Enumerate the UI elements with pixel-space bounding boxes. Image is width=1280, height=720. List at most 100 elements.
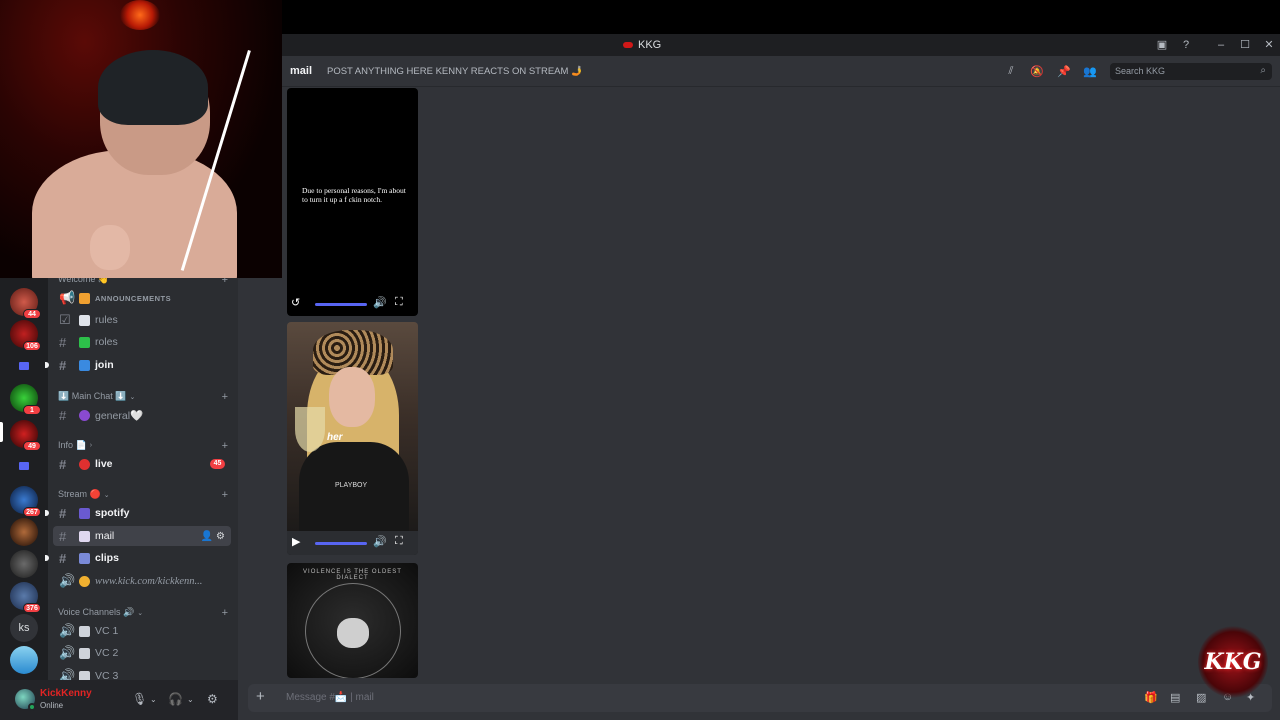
fullscreen-icon[interactable]: ⛶ xyxy=(395,535,403,548)
channel-topic[interactable]: POST ANYTHING HERE KENNY REACTS ON STREA… xyxy=(327,66,583,77)
maximize-icon[interactable]: ☐ xyxy=(1238,38,1252,52)
help-icon[interactable]: ? xyxy=(1179,38,1193,52)
server-folder[interactable] xyxy=(10,352,38,380)
online-status-indicator xyxy=(28,703,36,711)
message-input[interactable]: Message #📩 | mail xyxy=(286,692,374,703)
announcement-emoji-icon xyxy=(79,292,90,304)
category-main-chat[interactable]: ⬇️ Main Chat ⬇️ ⌄ + xyxy=(58,391,228,403)
chevron-right-icon: › xyxy=(89,442,93,449)
hash-icon: # xyxy=(59,550,67,566)
app-title-text: KKG xyxy=(638,39,662,51)
category-info[interactable]: Info 📄 › + xyxy=(58,440,228,452)
headphones-icon[interactable]: 🎧 xyxy=(168,692,183,706)
channel-kick-link[interactable]: 🔊 www.kick.com/kickkenn... xyxy=(53,571,231,591)
channel-announcements[interactable]: 📢 ANNOUNCEMENTS xyxy=(53,288,231,308)
chevron-down-icon[interactable]: ⌄ xyxy=(150,695,157,704)
username[interactable]: KickKenny xyxy=(40,688,92,699)
chevron-down-icon: ⌄ xyxy=(103,491,110,499)
channel-label: VC 1 xyxy=(95,625,119,637)
server-icon[interactable]: 106 xyxy=(10,320,41,351)
message-composer: + Message #📩 | mail 🎁 ▤ ▨ ☺ ✦ xyxy=(248,684,1272,712)
channel-join[interactable]: # join xyxy=(45,355,231,375)
mute-bell-icon[interactable]: 🔕 xyxy=(1030,65,1044,78)
server-logo-icon xyxy=(623,42,633,48)
progress-bar[interactable] xyxy=(315,542,367,545)
channel-title: mail xyxy=(290,65,313,77)
gear-icon[interactable]: ⚙ xyxy=(207,692,218,706)
add-attachment-icon[interactable]: + xyxy=(256,688,265,705)
server-icon[interactable]: 376 xyxy=(10,582,41,613)
webcam-person-hands xyxy=(90,225,130,270)
red-circle-icon xyxy=(79,458,90,470)
member-list-icon[interactable]: 👥 xyxy=(1083,65,1097,78)
gear-icon[interactable]: ⚙ xyxy=(216,531,225,542)
server-icon[interactable]: ks xyxy=(10,614,38,642)
threads-icon[interactable]: ⫽ xyxy=(1004,65,1018,78)
webcam-overlay xyxy=(0,0,282,278)
channel-clips[interactable]: # clips xyxy=(45,548,231,568)
add-channel-icon[interactable]: + xyxy=(222,440,228,452)
add-channel-icon[interactable]: + xyxy=(222,489,228,501)
server-icon[interactable]: 44 xyxy=(10,288,41,319)
category-stream[interactable]: Stream 🔴 ⌄ + xyxy=(58,489,228,501)
server-icon[interactable]: 49 xyxy=(10,420,41,451)
invite-icon[interactable]: 👤 xyxy=(201,531,213,542)
hash-icon: # xyxy=(59,357,67,373)
video-attachment[interactable]: Due to personal reasons, I'm about to tu… xyxy=(287,88,418,316)
video-controls: ▶ 🔊 ⛶ xyxy=(287,531,418,555)
minimize-icon[interactable]: – xyxy=(1214,38,1228,52)
server-folder[interactable] xyxy=(10,452,38,480)
image-attachment[interactable]: VIOLENCE IS THE OLDEST DIALECT xyxy=(287,563,418,678)
server-icon[interactable] xyxy=(10,550,38,578)
inbox-icon[interactable]: ▣ xyxy=(1155,38,1169,52)
server-icon[interactable]: 1 xyxy=(10,384,41,415)
voice-channel-vc1[interactable]: 🔊 VC 1 xyxy=(53,621,231,641)
volume-icon[interactable]: 🔊 xyxy=(373,296,387,309)
server-badge: 1 xyxy=(23,405,41,415)
channel-label: spotify xyxy=(95,507,130,519)
play-icon[interactable]: ▶ xyxy=(292,535,300,548)
close-icon[interactable]: ✕ xyxy=(1262,38,1276,52)
add-channel-icon[interactable]: + xyxy=(222,391,228,403)
server-icon[interactable] xyxy=(10,646,38,674)
channel-spotify[interactable]: # spotify xyxy=(45,503,231,523)
channel-general[interactable]: # general🤍 xyxy=(53,405,231,425)
server-badge: 49 xyxy=(23,441,41,451)
channel-label: live xyxy=(95,458,113,470)
channel-roles[interactable]: # roles xyxy=(53,332,231,352)
video-person-face xyxy=(329,367,375,427)
hash-icon: # xyxy=(59,334,67,350)
channel-live[interactable]: # live 45 xyxy=(53,454,231,474)
category-label: Info 📄 xyxy=(58,440,87,450)
add-channel-icon[interactable]: + xyxy=(222,607,228,619)
server-icon[interactable]: 267 xyxy=(10,486,41,517)
microphone-icon[interactable]: 🎙 xyxy=(132,692,147,706)
video-subtitle: her xyxy=(327,432,343,443)
category-voice[interactable]: Voice Channels 🔊 ⌄ + xyxy=(58,607,228,619)
voice-channel-vc2[interactable]: 🔊 VC 2 xyxy=(53,643,231,663)
folder-icon xyxy=(19,362,29,370)
channel-label: rules xyxy=(95,314,118,326)
channel-rules[interactable]: ☑ rules xyxy=(53,310,231,330)
speaker-emoji-icon xyxy=(79,625,90,637)
chevron-down-icon: ⌄ xyxy=(129,393,136,401)
gif-icon[interactable]: ▤ xyxy=(1170,691,1180,704)
window-titlebar: KKG ▣ ? – ☐ ✕ xyxy=(282,34,1280,56)
channel-mail[interactable]: # mail 👤 ⚙ xyxy=(53,526,231,546)
pin-icon[interactable]: 📌 xyxy=(1057,65,1071,78)
search-input[interactable]: Search KKG ⌕ xyxy=(1110,63,1272,80)
chevron-down-icon[interactable]: ⌄ xyxy=(187,695,194,704)
sticker-icon[interactable]: ▨ xyxy=(1196,691,1206,704)
video-attachment[interactable]: her PLAYBOY ▶ 🔊 ⛶ xyxy=(287,322,418,555)
replay-icon[interactable]: ↺ xyxy=(291,296,300,309)
progress-bar[interactable] xyxy=(315,303,367,306)
active-server-pill xyxy=(0,422,3,442)
volume-icon[interactable]: 🔊 xyxy=(373,535,387,548)
server-icon[interactable] xyxy=(10,518,38,546)
unread-indicator xyxy=(45,555,49,561)
fullscreen-icon[interactable]: ⛶ xyxy=(395,296,403,309)
unread-indicator xyxy=(45,362,49,368)
speaker-emoji-icon xyxy=(79,647,90,659)
megaphone-icon: 📢 xyxy=(59,290,76,305)
gift-icon[interactable]: 🎁 xyxy=(1144,691,1158,704)
